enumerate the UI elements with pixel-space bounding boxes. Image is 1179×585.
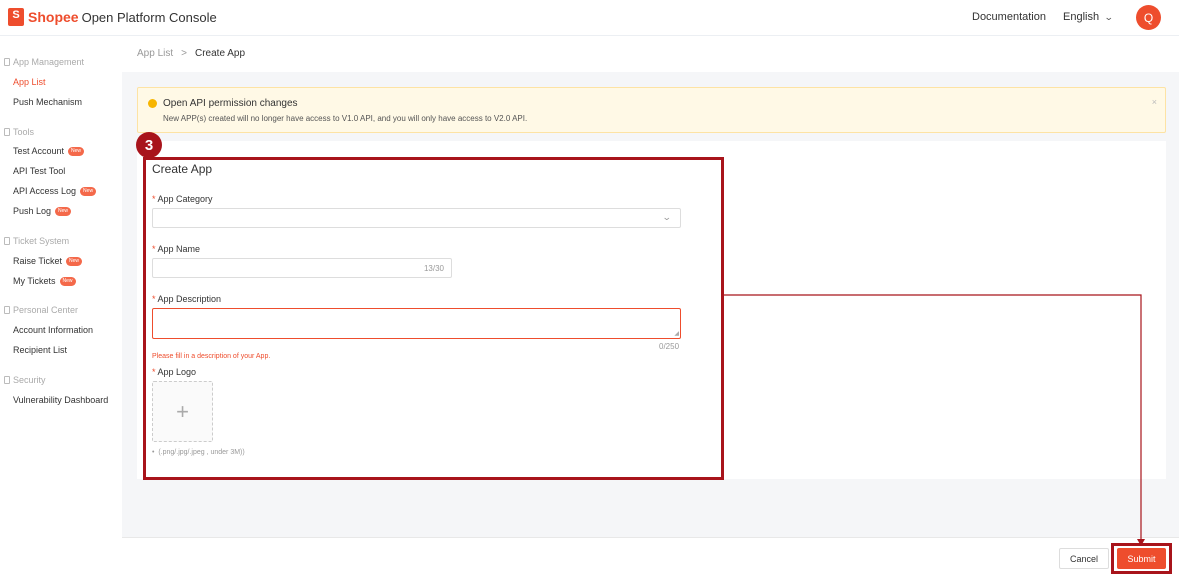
sidebar-group-label: Security <box>13 375 46 385</box>
sidebar-group-label: Personal Center <box>13 305 79 315</box>
breadcrumb: App List > Create App <box>137 48 245 59</box>
sidebar-group-tools: Tools <box>4 127 34 137</box>
chevron-down-icon: ⌄ <box>1103 11 1114 22</box>
annotation-step-number: 3 <box>136 132 162 158</box>
sidebar-group-personal-center: Personal Center <box>4 305 78 315</box>
new-badge: New <box>59 276 76 286</box>
shopee-logo[interactable]: Shopee Open Platform Console <box>8 8 217 26</box>
shield-icon <box>4 376 10 384</box>
close-icon[interactable]: × <box>1152 97 1157 107</box>
sidebar-item-label: Account Information <box>13 325 94 335</box>
sidebar-item-api-test-tool[interactable]: API Test Tool <box>13 166 65 176</box>
tools-icon <box>4 128 10 136</box>
console-title: Open Platform Console <box>81 9 217 25</box>
breadcrumb-app-list[interactable]: App List <box>137 48 173 59</box>
sidebar-group-ticket-system: Ticket System <box>4 236 69 246</box>
top-bar: Shopee Open Platform Console Documentati… <box>0 0 1179 36</box>
sidebar-group-security: Security <box>4 375 46 385</box>
new-badge: New <box>66 256 83 266</box>
sidebar-item-label: Raise Ticket <box>13 256 63 266</box>
brand-name: Shopee <box>28 9 79 25</box>
app-icon <box>4 58 10 66</box>
sidebar-item-label: Push Log <box>13 206 52 216</box>
sidebar-item-push-mechanism[interactable]: Push Mechanism <box>13 97 82 107</box>
breadcrumb-separator: > <box>181 48 187 59</box>
alert-text: New APP(s) created will no longer have a… <box>163 114 528 123</box>
language-label: English <box>1063 11 1100 23</box>
sidebar-item-my-tickets[interactable]: My Tickets New <box>13 276 76 286</box>
documentation-link[interactable]: Documentation <box>972 11 1046 23</box>
sidebar-item-vulnerability-dashboard[interactable]: Vulnerability Dashboard <box>13 395 108 405</box>
submit-highlight-box <box>1111 543 1172 574</box>
new-badge: New <box>55 206 72 216</box>
sidebar-item-label: API Test Tool <box>13 166 66 176</box>
new-badge: New <box>68 146 85 156</box>
user-avatar[interactable]: Q <box>1136 5 1161 30</box>
sidebar-item-label: Push Mechanism <box>13 97 83 107</box>
sidebar-item-test-account[interactable]: Test Account New <box>13 146 85 156</box>
api-permission-alert: Open API permission changes New APP(s) c… <box>137 87 1166 133</box>
sidebar-group-app-management: App Management <box>4 57 84 67</box>
shopee-bag-icon <box>8 8 24 26</box>
sidebar-item-label: API Access Log <box>13 186 77 196</box>
sidebar-group-label: Ticket System <box>13 236 70 246</box>
language-selector[interactable]: English ⌄ <box>1063 11 1114 23</box>
annotation-highlight-box <box>143 157 724 480</box>
sidebar-item-app-list[interactable]: App List <box>13 77 46 87</box>
breadcrumb-current: Create App <box>194 48 246 59</box>
alert-title: Open API permission changes <box>163 98 298 109</box>
sidebar-item-label: My Tickets <box>13 276 56 286</box>
sidebar-item-label: Vulnerability Dashboard <box>13 395 109 405</box>
sidebar-item-label: Test Account <box>13 146 65 156</box>
new-badge: New <box>80 186 97 196</box>
ticket-icon <box>4 237 10 245</box>
user-icon <box>4 306 10 314</box>
sidebar-item-account-information[interactable]: Account Information <box>13 325 93 335</box>
cancel-button[interactable]: Cancel <box>1059 548 1109 569</box>
sidebar-group-label: App Management <box>13 57 85 67</box>
sidebar-item-recipient-list[interactable]: Recipient List <box>13 345 67 355</box>
sidebar-group-label: Tools <box>13 127 35 137</box>
form-footer <box>122 537 1179 585</box>
sidebar-item-api-access-log[interactable]: API Access Log New <box>13 186 97 196</box>
warning-icon <box>148 99 157 108</box>
sidebar-item-push-log[interactable]: Push Log New <box>13 206 72 216</box>
sidebar-item-raise-ticket[interactable]: Raise Ticket New <box>13 256 83 266</box>
breadcrumb-bar <box>122 36 1179 72</box>
sidebar-item-label: App List <box>13 77 46 87</box>
sidebar-item-label: Recipient List <box>13 345 68 355</box>
